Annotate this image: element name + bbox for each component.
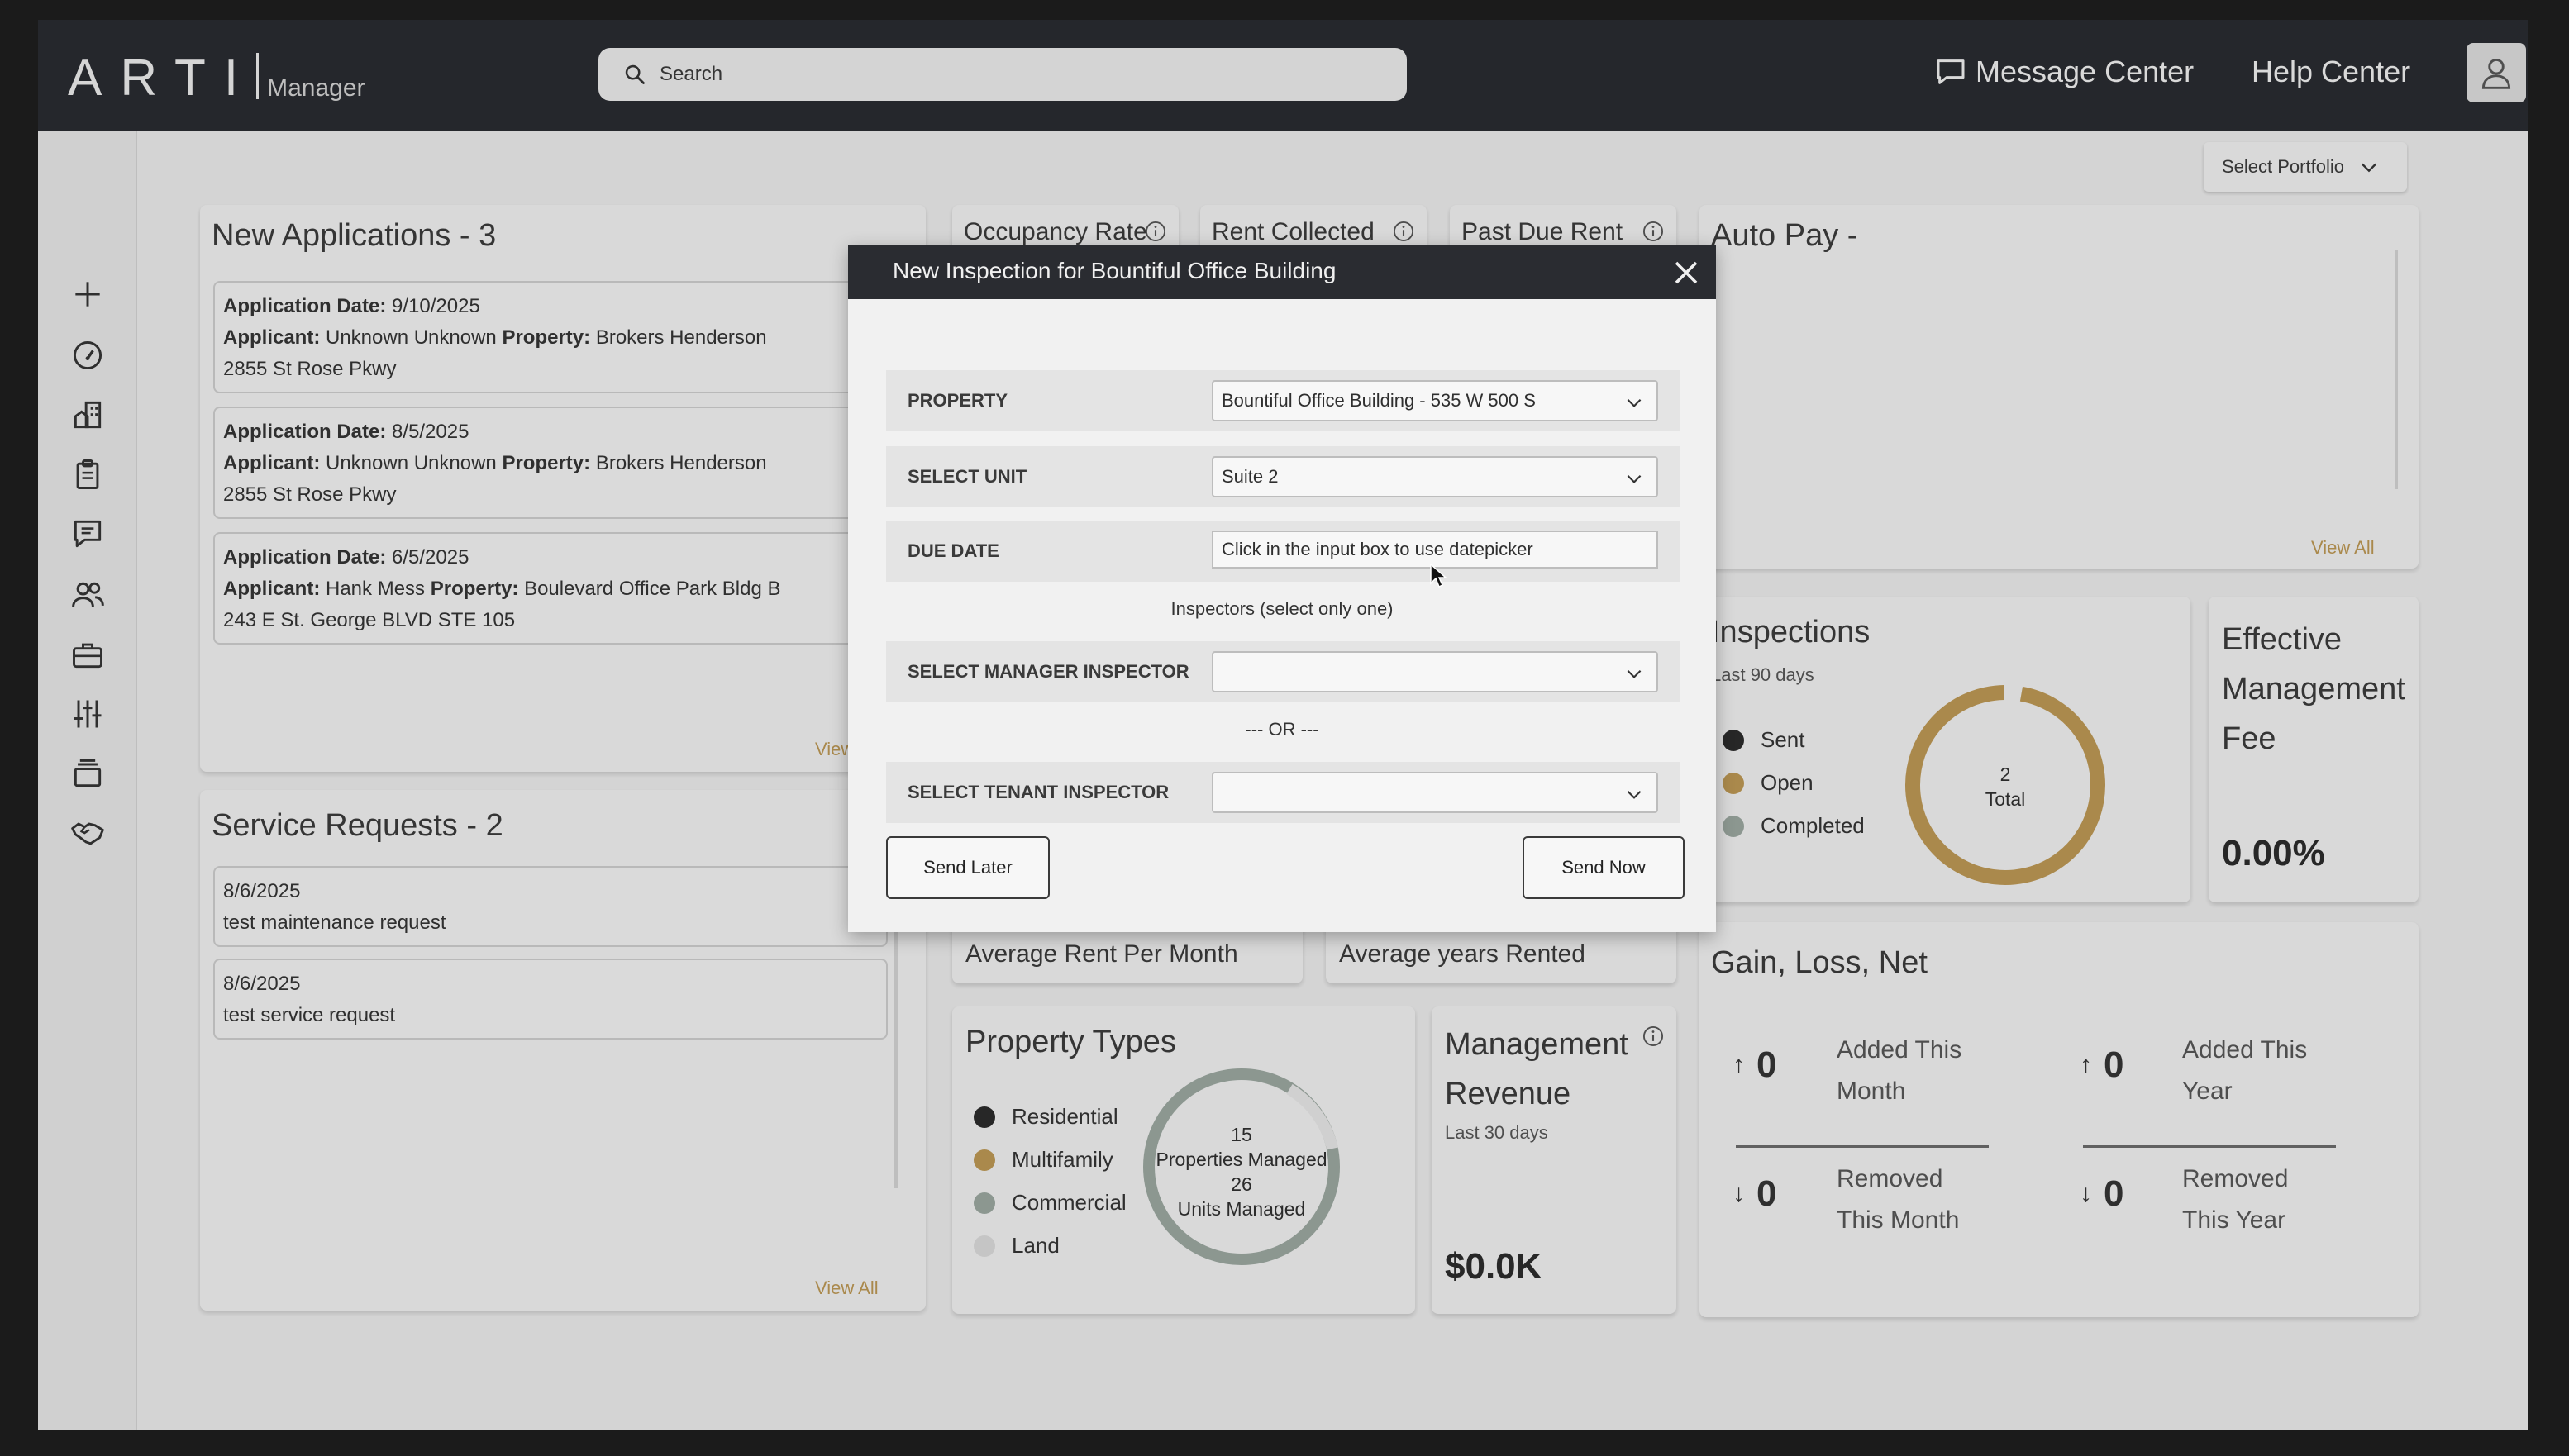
mouse-cursor-icon [1430, 564, 1447, 588]
send-later-button[interactable]: Send Later [886, 836, 1050, 899]
select-tenant-inspector-label: SELECT TENANT INSPECTOR [908, 782, 1170, 802]
select-manager-inspector-label: SELECT MANAGER INSPECTOR [908, 661, 1189, 682]
modal-header: New Inspection for Bountiful Office Buil… [848, 245, 1716, 299]
manager-inspector-select[interactable] [1212, 651, 1658, 692]
due-date-row: DUE DATE [886, 521, 1680, 582]
chevron-down-icon [1627, 669, 1642, 678]
close-icon [1675, 261, 1698, 284]
tenant-inspector-select[interactable] [1212, 772, 1658, 813]
property-row: PROPERTY Bountiful Office Building - 535… [886, 370, 1680, 431]
modal-title: New Inspection for Bountiful Office Buil… [893, 258, 1337, 283]
unit-row: SELECT UNIT Suite 2 [886, 446, 1680, 507]
property-label: PROPERTY [908, 390, 1008, 411]
manager-inspector-row: SELECT MANAGER INSPECTOR [886, 641, 1680, 702]
inspectors-note: Inspectors (select only one) [1170, 598, 1394, 619]
chevron-down-icon [1627, 398, 1642, 407]
or-separator: --- OR --- [1245, 719, 1319, 740]
app-window: ARTI Manager Message Center Help Center [38, 20, 2528, 1430]
select-unit-label: SELECT UNIT [908, 466, 1027, 487]
send-now-button[interactable]: Send Now [1523, 836, 1685, 899]
property-select[interactable]: Bountiful Office Building - 535 W 500 S [1212, 380, 1658, 421]
tenant-inspector-row: SELECT TENANT INSPECTOR [886, 762, 1680, 823]
chevron-down-icon [1627, 790, 1642, 799]
close-button[interactable] [1671, 258, 1701, 288]
due-date-label: DUE DATE [908, 540, 999, 561]
unit-select[interactable]: Suite 2 [1212, 456, 1658, 497]
unit-value: Suite 2 [1222, 466, 1279, 487]
chevron-down-icon [1627, 474, 1642, 483]
property-value: Bountiful Office Building - 535 W 500 S [1222, 390, 1536, 411]
new-inspection-modal: New Inspection for Bountiful Office Buil… [848, 245, 1716, 932]
